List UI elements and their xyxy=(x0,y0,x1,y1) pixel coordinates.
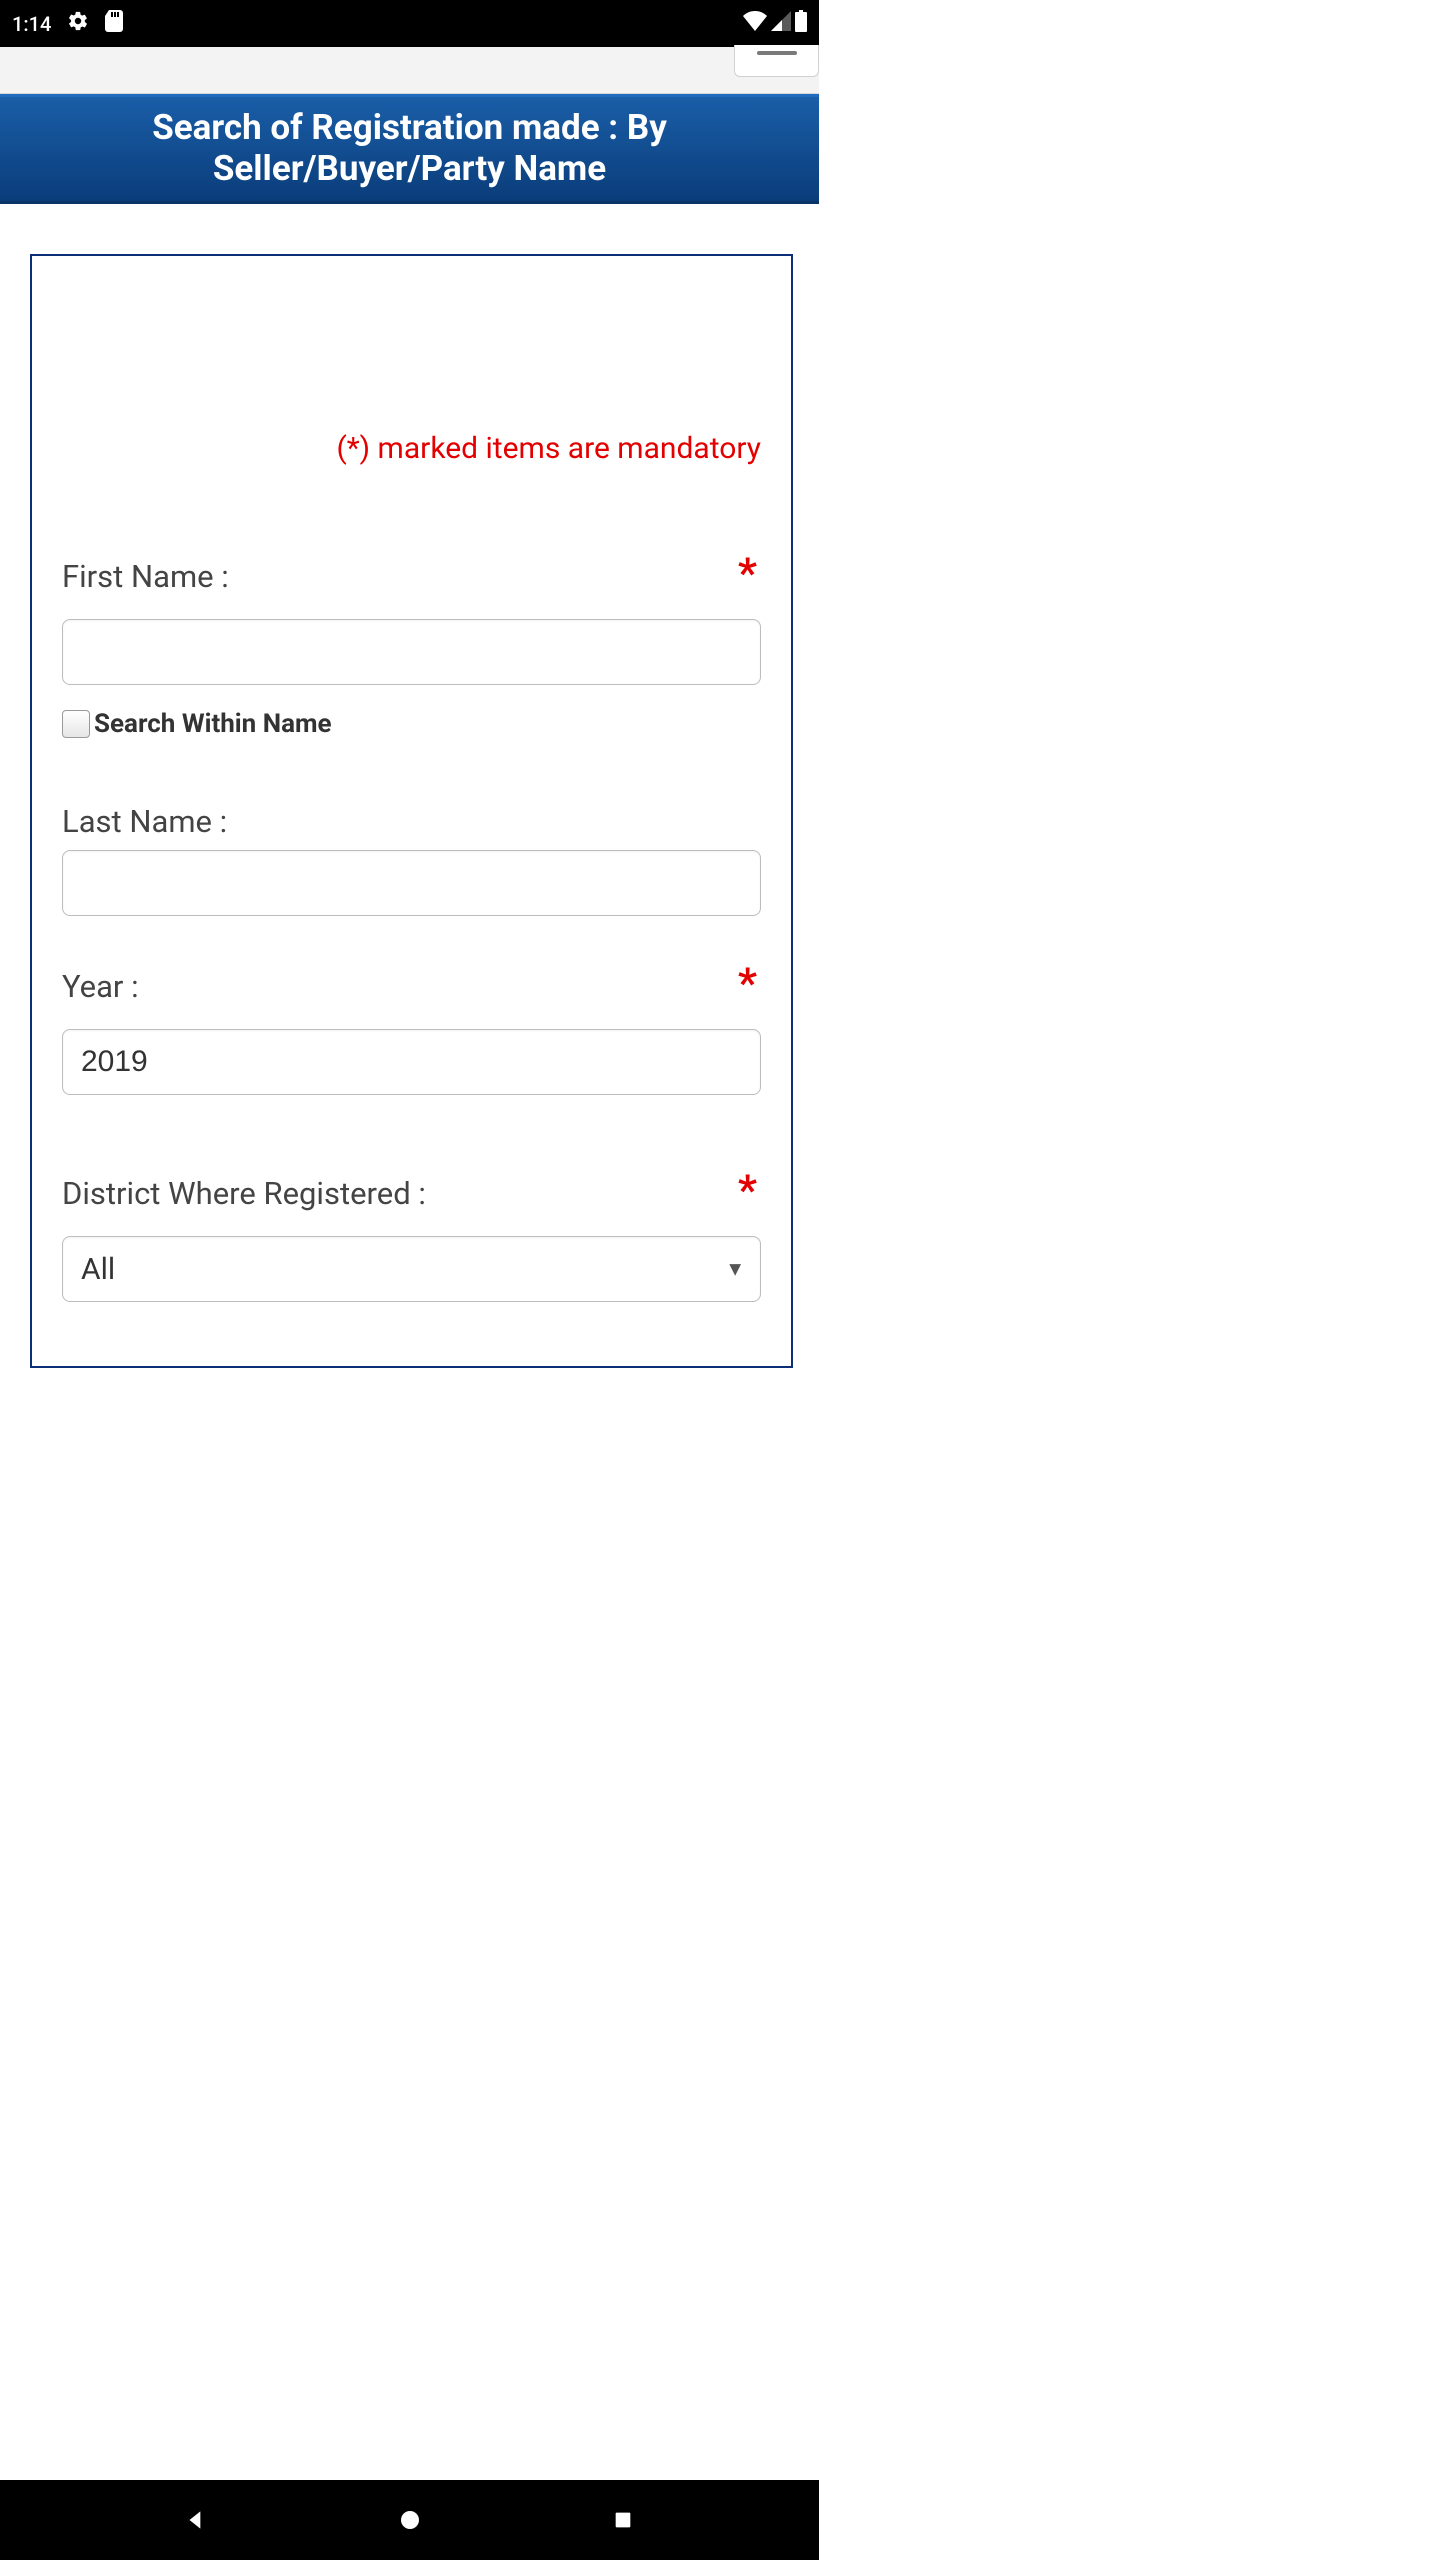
first-name-input[interactable] xyxy=(62,619,761,685)
status-time: 1:14 xyxy=(12,12,51,36)
page-title-banner: Search of Registration made : By Seller/… xyxy=(0,94,819,204)
required-star: * xyxy=(738,1178,757,1203)
year-label-row: Year : * xyxy=(62,968,761,1005)
first-name-label-row: First Name : * xyxy=(62,558,761,595)
hamburger-menu-button[interactable] xyxy=(734,45,819,77)
hamburger-line-icon xyxy=(757,51,797,55)
last-name-input[interactable] xyxy=(62,850,761,916)
year-field: Year : * xyxy=(62,968,761,1095)
district-select-wrap[interactable]: All ▼ xyxy=(62,1236,761,1302)
search-within-name-row[interactable]: Search Within Name xyxy=(62,709,761,739)
wifi-icon xyxy=(743,11,767,36)
nav-recent-button[interactable] xyxy=(605,2502,641,2538)
year-label: Year : xyxy=(62,968,139,1005)
status-left: 1:14 xyxy=(12,10,123,37)
required-star: * xyxy=(738,561,757,586)
district-select[interactable]: All xyxy=(62,1236,761,1302)
year-input[interactable] xyxy=(62,1029,761,1095)
sd-card-icon xyxy=(105,10,123,37)
search-within-name-checkbox[interactable] xyxy=(62,710,90,738)
district-selected-value: All xyxy=(81,1252,115,1287)
search-within-name-label: Search Within Name xyxy=(94,709,332,739)
first-name-label: First Name : xyxy=(62,558,229,595)
mandatory-note: (*) marked items are mandatory xyxy=(62,431,761,466)
form-card: (*) marked items are mandatory First Nam… xyxy=(30,254,793,1368)
android-nav-bar xyxy=(0,2480,819,2560)
district-field: District Where Registered : * All ▼ xyxy=(62,1175,761,1302)
last-name-label: Last Name : xyxy=(62,803,227,840)
last-name-field: Last Name : xyxy=(62,803,761,916)
battery-icon xyxy=(795,10,807,37)
district-label: District Where Registered : xyxy=(62,1175,426,1212)
nav-back-button[interactable] xyxy=(178,2502,214,2538)
status-bar: 1:14 xyxy=(0,0,819,47)
signal-icon xyxy=(771,11,791,36)
page-title: Search of Registration made : By Seller/… xyxy=(152,107,667,189)
first-name-field: First Name : * xyxy=(62,558,761,685)
gear-icon xyxy=(67,10,89,37)
top-strip xyxy=(0,47,819,94)
nav-home-button[interactable] xyxy=(392,2502,428,2538)
status-right xyxy=(743,10,807,37)
required-star: * xyxy=(738,971,757,996)
district-label-row: District Where Registered : * xyxy=(62,1175,761,1212)
content-area: (*) marked items are mandatory First Nam… xyxy=(0,204,819,1368)
last-name-label-row: Last Name : xyxy=(62,803,761,840)
